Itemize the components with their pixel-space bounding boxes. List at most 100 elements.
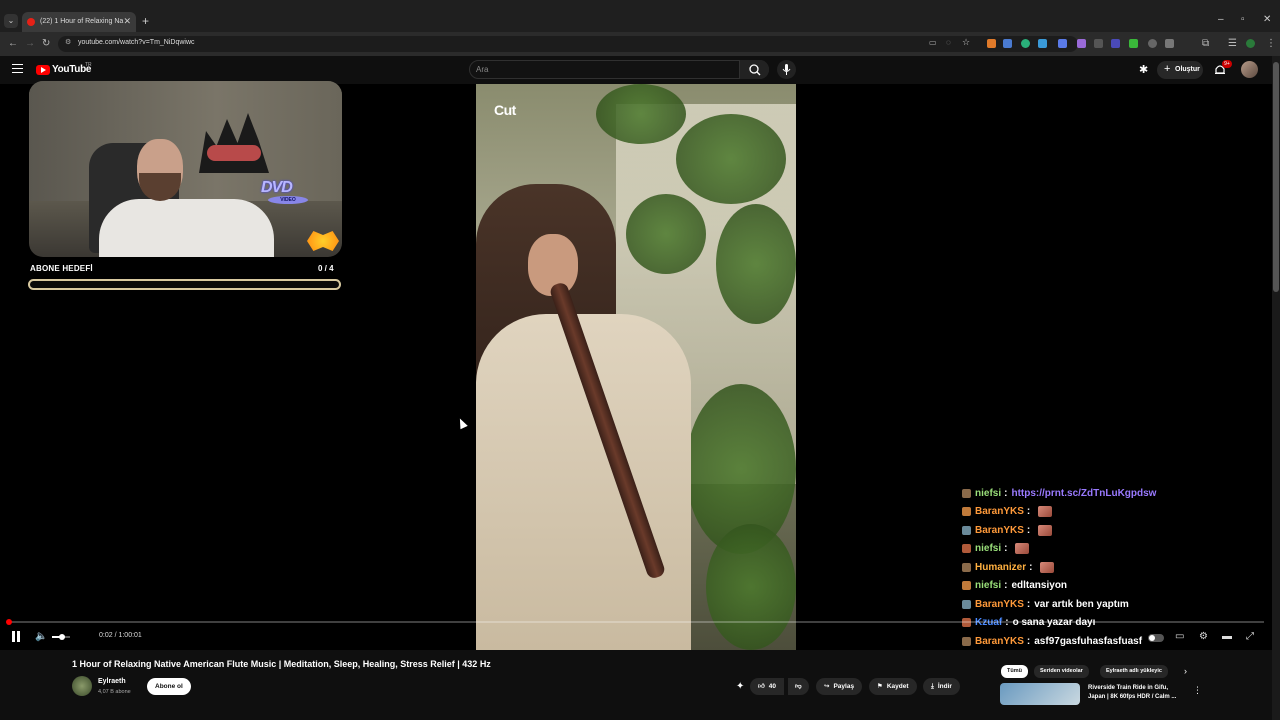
browser-menu-icon[interactable]: ⋮ bbox=[1266, 38, 1276, 49]
channel-avatar[interactable] bbox=[72, 676, 92, 696]
chip-all[interactable]: Tümü bbox=[1001, 665, 1028, 678]
chat-username[interactable]: niefsi bbox=[975, 488, 1001, 499]
chat-separator: : bbox=[1026, 506, 1031, 518]
browser-tab-youtube[interactable]: (22) 1 Hour of Relaxing Na ✕ bbox=[22, 12, 136, 32]
fullscreen-icon[interactable]: ⤢ bbox=[1246, 631, 1254, 642]
autoplay-toggle[interactable] bbox=[1148, 634, 1164, 642]
extension-icon[interactable] bbox=[1129, 39, 1138, 48]
volume-slider[interactable] bbox=[52, 634, 70, 640]
page-scrollbar[interactable] bbox=[1272, 56, 1280, 720]
chips-next-icon[interactable]: › bbox=[1184, 666, 1187, 676]
channel-name[interactable]: Eylraeth bbox=[98, 678, 126, 685]
new-tab-icon[interactable]: + bbox=[142, 14, 149, 28]
pause-button[interactable] bbox=[11, 631, 21, 642]
progress-bar[interactable] bbox=[6, 619, 1264, 625]
country-code: TR bbox=[85, 62, 92, 68]
thumbs-down-icon: 👎︎ bbox=[795, 683, 802, 690]
chat-username[interactable]: BaranYKS bbox=[975, 636, 1024, 647]
chat-separator: : bbox=[1029, 561, 1033, 573]
chip-uploader[interactable]: Eylraeth adlı yükleyic bbox=[1100, 665, 1168, 678]
plus-icon: + bbox=[1164, 63, 1171, 75]
extension-icon[interactable] bbox=[1058, 39, 1067, 48]
recommendation-title[interactable]: Riverside Train Ride in Gifu, Japan | 8K… bbox=[1088, 684, 1184, 702]
extension-icon[interactable] bbox=[1094, 39, 1103, 48]
menu-icon[interactable] bbox=[12, 64, 23, 73]
webcam-background bbox=[29, 81, 342, 201]
chat-text: edltansiyon bbox=[1011, 580, 1068, 592]
more-options-icon[interactable]: ⋮ bbox=[1193, 685, 1202, 696]
back-icon[interactable]: ← bbox=[8, 38, 18, 49]
download-button[interactable]: ⤓ İndir bbox=[923, 678, 960, 695]
minimize-icon[interactable]: – bbox=[1218, 14, 1224, 25]
sidebar-icon[interactable]: ☰ bbox=[1228, 38, 1237, 49]
capcut-watermark: Cut bbox=[494, 102, 516, 118]
chat-username[interactable]: Humanizer bbox=[975, 562, 1026, 573]
window-close-icon[interactable]: ✕ bbox=[1263, 14, 1271, 25]
chat-username[interactable]: BaranYKS bbox=[975, 506, 1024, 517]
search-box bbox=[469, 60, 769, 79]
webcam-overlay: DVD VIDEO bbox=[29, 81, 342, 257]
extension-icon[interactable] bbox=[1111, 39, 1120, 48]
eye-off-icon[interactable]: ◌ bbox=[946, 38, 951, 47]
video-frame[interactable]: Cut bbox=[476, 84, 796, 650]
extension-icon[interactable] bbox=[987, 39, 996, 48]
extension-icon[interactable] bbox=[1021, 39, 1030, 48]
chat-badge-icon bbox=[962, 562, 971, 572]
chat-badge-icon bbox=[962, 636, 971, 646]
restore-icon[interactable]: ▫ bbox=[1241, 14, 1245, 25]
chat-emote-icon bbox=[1015, 543, 1030, 555]
streamer-shirt bbox=[99, 199, 274, 257]
extensions-puzzle-icon[interactable]: ⧉ bbox=[1202, 38, 1209, 49]
sparkle-icon[interactable]: ✦ bbox=[736, 681, 744, 692]
extension-icon[interactable] bbox=[1003, 39, 1012, 48]
volume-knob[interactable] bbox=[58, 634, 65, 640]
forward-icon[interactable]: → bbox=[25, 38, 35, 49]
like-button[interactable]: 👍︎ 40 bbox=[750, 678, 785, 695]
chat-message: BaranYKS: bbox=[962, 521, 1262, 540]
chat-message: niefsi: bbox=[962, 540, 1262, 559]
bookmark-star-icon[interactable]: ☆ bbox=[962, 37, 970, 48]
youtube-logo-icon[interactable] bbox=[36, 65, 50, 75]
voice-search-button[interactable] bbox=[777, 60, 796, 79]
share-icon: ↪ bbox=[824, 683, 830, 690]
profile-avatar[interactable] bbox=[1246, 39, 1255, 48]
dvd-logo: DVD bbox=[261, 179, 293, 196]
account-avatar[interactable] bbox=[1241, 61, 1258, 78]
search-input[interactable] bbox=[476, 63, 734, 76]
recommendation-thumbnail[interactable] bbox=[1000, 683, 1080, 705]
extension-icon[interactable] bbox=[1165, 39, 1174, 48]
scrollbar-thumb[interactable] bbox=[1273, 62, 1279, 292]
browser-toolbar: ← → ↻ ⚙ youtube.com/watch?v=Tm_NiDqwiwc … bbox=[0, 32, 1280, 56]
chip-series[interactable]: Seriden videolar bbox=[1034, 665, 1089, 678]
settings-gear-icon[interactable]: ⚙ bbox=[1199, 631, 1208, 642]
subtitles-icon[interactable]: ▭ bbox=[1175, 631, 1184, 642]
share-button[interactable]: ↪ Paylaş bbox=[816, 678, 863, 695]
dislike-button[interactable]: 👎︎ bbox=[788, 678, 809, 695]
chat-text: var artık ben yaptım bbox=[1034, 598, 1129, 610]
search-button[interactable] bbox=[739, 60, 769, 79]
cast-icon[interactable]: ▭ bbox=[929, 38, 937, 47]
volume-icon[interactable]: 🔈 bbox=[35, 631, 47, 642]
theater-mode-icon[interactable]: ▬ bbox=[1222, 631, 1232, 642]
studio-icon[interactable]: ✱ bbox=[1139, 63, 1148, 76]
site-info-icon[interactable]: ⚙ bbox=[65, 38, 71, 46]
extension-icon[interactable] bbox=[1148, 39, 1157, 48]
create-button[interactable]: + Oluştur bbox=[1157, 61, 1203, 79]
reload-icon[interactable]: ↻ bbox=[42, 38, 50, 49]
subscribe-button[interactable]: Abone ol bbox=[147, 678, 191, 695]
plant bbox=[676, 114, 786, 204]
chat-separator: : bbox=[1026, 598, 1031, 610]
tab-search-icon[interactable]: ⌄ bbox=[4, 14, 18, 28]
video-title: 1 Hour of Relaxing Native American Flute… bbox=[72, 659, 491, 669]
address-bar[interactable]: ⚙ youtube.com/watch?v=Tm_NiDqwiwc ▭ ◌ ☆ bbox=[58, 36, 1078, 52]
save-button[interactable]: ⚑ Kaydet bbox=[869, 678, 917, 695]
chat-username[interactable]: BaranYKS bbox=[975, 599, 1024, 610]
tab-close-icon[interactable]: ✕ bbox=[123, 16, 131, 27]
extension-icon[interactable] bbox=[1038, 39, 1047, 48]
extension-icon[interactable] bbox=[1077, 39, 1086, 48]
chat-badge-icon bbox=[962, 525, 971, 535]
chat-username[interactable]: BaranYKS bbox=[975, 525, 1024, 536]
chat-username[interactable]: niefsi bbox=[975, 543, 1001, 554]
save-label: Kaydet bbox=[886, 683, 909, 690]
chat-username[interactable]: niefsi bbox=[975, 580, 1001, 591]
